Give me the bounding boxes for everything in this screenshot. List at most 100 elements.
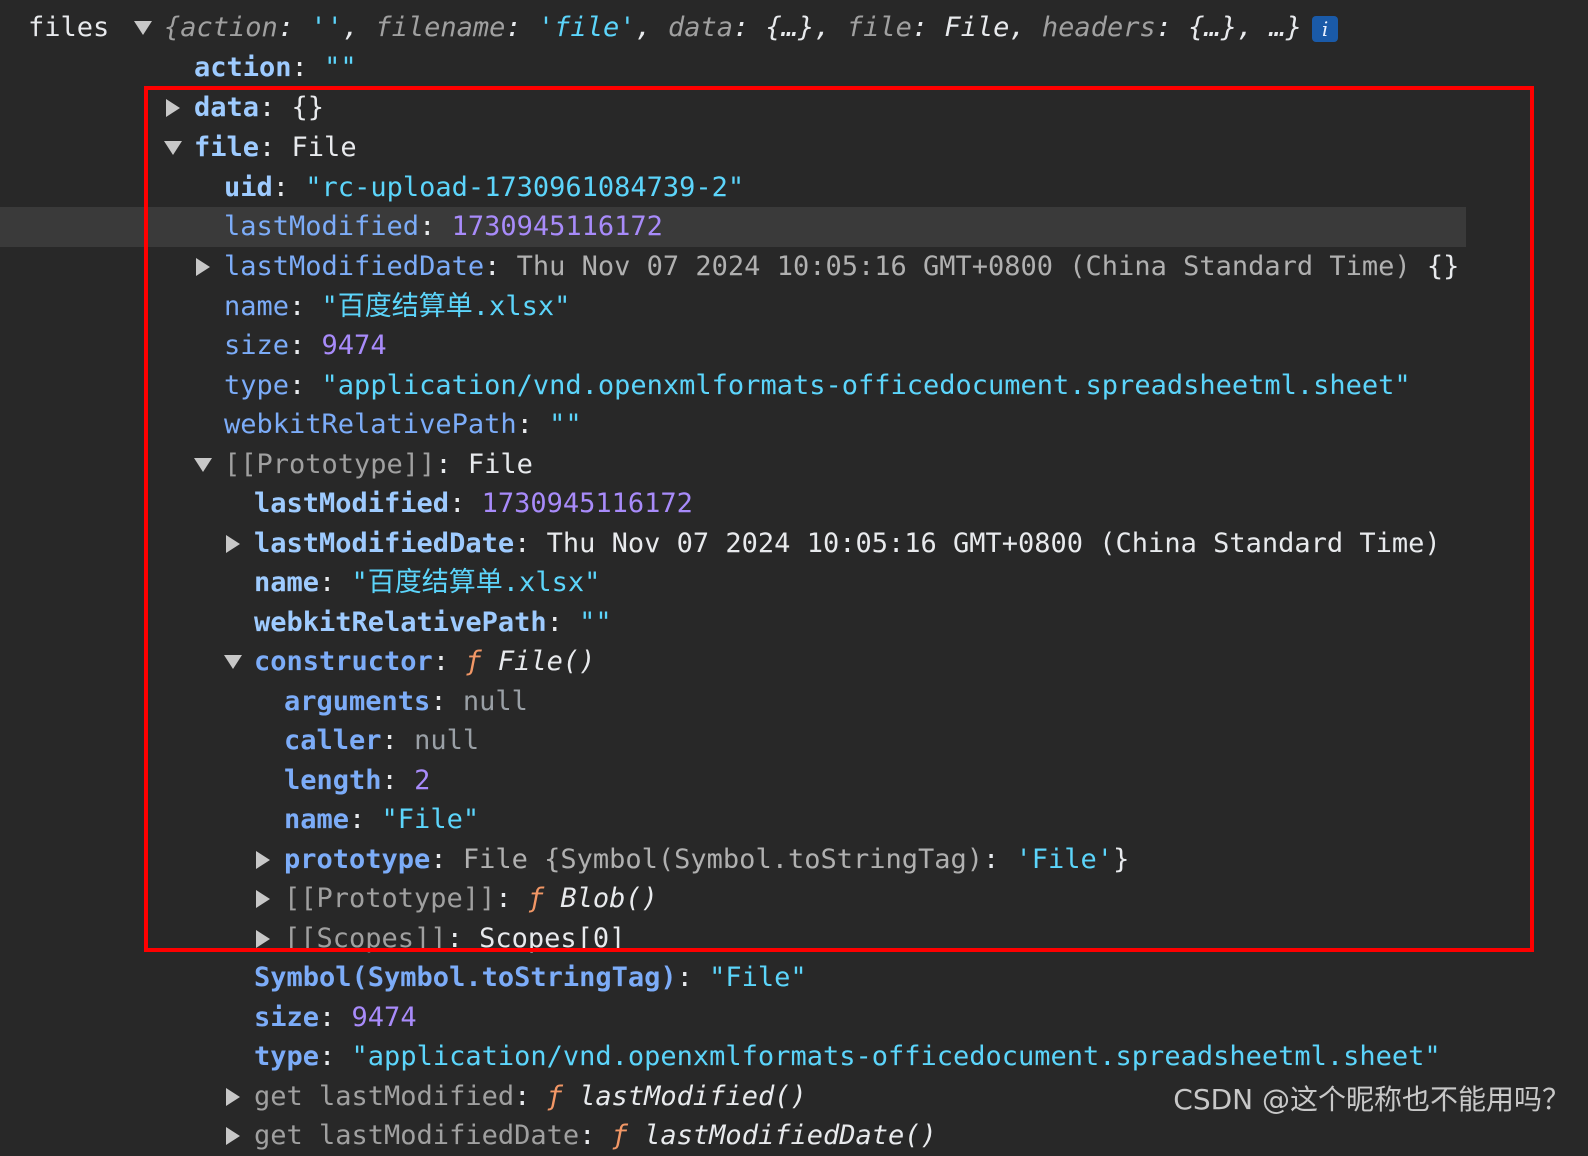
preview-colon: : <box>1155 12 1189 43</box>
preview-key-action: action <box>180 12 278 43</box>
preview-value-filename: 'file' <box>537 12 636 43</box>
prop-row-file[interactable]: file: File <box>0 128 1588 168</box>
triangle-right-icon[interactable] <box>252 919 274 959</box>
prop-value: File() <box>497 646 596 677</box>
preview-key-filename: filename <box>375 12 506 43</box>
prop-key: caller <box>284 725 382 756</box>
proto-row-constructor[interactable]: constructor: ƒ File() <box>0 642 1588 682</box>
prop-key: name <box>284 804 350 835</box>
preview-colon: : <box>733 12 766 43</box>
prop-value: "" <box>579 607 612 638</box>
prop-value: {} <box>291 92 325 123</box>
prop-value: "rc-upload-1730961084739-2" <box>305 172 745 203</box>
preview-key-data: data <box>667 12 734 43</box>
prop-value: 9474 <box>351 1002 417 1033</box>
prop-value: "File" <box>381 804 480 835</box>
preview-value-headers: {…} <box>1188 12 1238 43</box>
prop-value: Scopes[0] <box>479 923 626 954</box>
triangle-right-icon[interactable] <box>222 1116 244 1156</box>
preview-value-data: {…} <box>765 12 815 43</box>
prop-key: lastModified <box>254 488 450 519</box>
preview-key-headers: headers <box>1041 12 1156 43</box>
prop-key: arguments <box>284 686 431 717</box>
ctor-row-proto[interactable]: [[Prototype]]: ƒ Blob() <box>0 879 1588 919</box>
preview-sep: , <box>342 12 376 43</box>
prop-key: [[Scopes]] <box>284 923 447 954</box>
files-label: files <box>28 12 110 43</box>
function-icon: ƒ <box>546 1081 563 1112</box>
prop-key: file <box>194 132 260 163</box>
ctor-row-length: length: 2 <box>284 765 431 796</box>
preview-value-file: File <box>944 12 1010 43</box>
prop-value: null <box>462 686 528 717</box>
proto-row-get-lastmodifieddate[interactable]: get lastModifiedDate: ƒ lastModifiedDate… <box>0 1116 1588 1156</box>
triangle-right-icon[interactable] <box>252 879 274 919</box>
prop-key: action <box>194 52 292 83</box>
triangle-down-icon[interactable] <box>132 8 154 48</box>
prop-key: type <box>224 370 290 401</box>
proto-row-webkitrelativepath: webkitRelativePath: "" <box>254 607 612 638</box>
prop-key: name <box>224 291 290 322</box>
prop-value: File <box>291 132 357 163</box>
prop-row-uid: uid: "rc-upload-1730961084739-2" <box>224 172 745 203</box>
prop-row-lastmodified[interactable]: lastModified: 1730945116172 <box>0 207 1466 247</box>
prop-value: Thu Nov 07 2024 10:05:16 GMT+0800 (China… <box>546 528 1441 559</box>
prop-value: "application/vnd.openxmlformats-officedo… <box>351 1041 1441 1072</box>
proto-row-lastmodifieddate[interactable]: lastModifiedDate: Thu Nov 07 2024 10:05:… <box>0 524 1588 564</box>
preview-colon: : <box>277 12 311 43</box>
triangle-right-icon[interactable] <box>222 1077 244 1117</box>
prop-key: [[Prototype]] <box>284 883 496 914</box>
prop-value-type: File { <box>462 844 561 875</box>
proto-row-name: name: "百度结算单.xlsx" <box>254 567 601 598</box>
function-icon: ƒ <box>611 1120 628 1151</box>
triangle-down-icon[interactable] <box>222 642 244 682</box>
prop-value-suffix: {} <box>1426 251 1460 282</box>
preview-sep: , <box>635 12 668 43</box>
prop-row-type: type: "application/vnd.openxmlformats-of… <box>224 370 1411 401</box>
triangle-down-icon[interactable] <box>192 445 214 485</box>
prop-key: get lastModifiedDate <box>254 1120 580 1151</box>
prop-key: prototype <box>284 844 431 875</box>
prop-key: lastModifiedDate <box>254 528 515 559</box>
proto-row-type: type: "application/vnd.openxmlformats-of… <box>254 1041 1441 1072</box>
prop-key: [[Prototype]] <box>224 449 436 480</box>
prop-key: webkitRelativePath <box>254 607 547 638</box>
prop-value: null <box>414 725 480 756</box>
preview-brace: { <box>164 12 181 43</box>
files-header-row[interactable]: files {action: '', filename: 'file', dat… <box>0 8 1588 48</box>
info-icon[interactable]: i <box>1312 15 1339 42</box>
prop-value: "" <box>549 409 582 440</box>
prop-row-data[interactable]: data: {} <box>0 88 1588 128</box>
preview-sep: , <box>1009 12 1042 43</box>
prop-value: 2 <box>414 765 431 796</box>
prop-row-action: action: "" <box>194 52 357 83</box>
files-preview: {action: '', filename: 'file', data: {…}… <box>164 8 1339 48</box>
triangle-right-icon[interactable] <box>222 524 244 564</box>
prop-value: 9474 <box>321 330 387 361</box>
ctor-row-name: name: "File" <box>284 804 480 835</box>
prop-row-lastmodifieddate[interactable]: lastModifiedDate: Thu Nov 07 2024 10:05:… <box>0 247 1588 287</box>
triangle-down-icon[interactable] <box>162 128 184 168</box>
prop-row-webkitrelativepath: webkitRelativePath: "" <box>224 409 582 440</box>
ctor-row-scopes[interactable]: [[Scopes]]: Scopes[0] <box>0 919 1588 959</box>
prop-value: 1730945116172 <box>451 211 663 242</box>
prop-value: lastModifiedDate() <box>644 1120 937 1151</box>
function-icon: ƒ <box>527 883 545 914</box>
prop-value: 1730945116172 <box>481 488 693 519</box>
prop-key: Symbol(Symbol.toStringTag) <box>254 962 677 993</box>
prop-row-prototype[interactable]: [[Prototype]]: File <box>0 445 1588 485</box>
proto-row-size: size: 9474 <box>254 1002 417 1033</box>
prop-key: length <box>284 765 382 796</box>
triangle-right-icon[interactable] <box>162 88 184 128</box>
prop-value: Blob() <box>560 883 658 914</box>
triangle-right-icon[interactable] <box>192 247 214 287</box>
preview-colon: : <box>505 12 538 43</box>
prop-value: "百度结算单.xlsx" <box>351 567 601 598</box>
ctor-row-prototype[interactable]: prototype: File {Symbol(Symbol.toStringT… <box>0 840 1588 880</box>
function-icon: ƒ <box>465 646 482 677</box>
prop-value-symbol: Symbol(Symbol.toStringTag) <box>560 844 984 875</box>
prop-key: size <box>254 1002 320 1033</box>
prop-key: name <box>254 567 320 598</box>
prop-value-colon: : <box>983 844 1016 875</box>
triangle-right-icon[interactable] <box>252 840 274 880</box>
